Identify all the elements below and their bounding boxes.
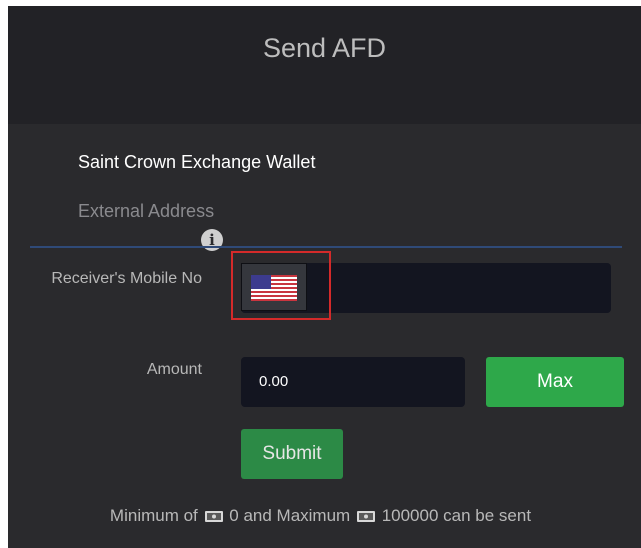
currency-icon (356, 511, 375, 523)
submit-button[interactable]: Submit (241, 429, 343, 479)
limits-middle: and Maximum (243, 506, 351, 525)
limits-max-value: 100000 (381, 506, 439, 525)
modal-title: Send AFD (262, 33, 387, 63)
amount-label: Amount (146, 361, 202, 378)
limits-suffix: can be sent (443, 506, 532, 525)
modal-header: Send AFD (8, 6, 641, 124)
flag-highlight-box (231, 251, 331, 320)
amount-input[interactable]: 0.00 (241, 357, 465, 407)
limits-prefix: Minimum of (109, 506, 198, 525)
currency-icon (204, 511, 223, 523)
limits-text: Minimum of 0 and Maximum 100000 can be s… (0, 506, 641, 526)
max-button[interactable]: Max (486, 357, 624, 407)
tab-saint-crown-wallet[interactable]: Saint Crown Exchange Wallet (78, 152, 315, 173)
tab-underline (30, 246, 622, 248)
tab-external-address[interactable]: External Address (78, 201, 214, 222)
receiver-mobile-label: Receiver's Mobile No (51, 270, 202, 287)
limits-min-value: 0 (229, 506, 239, 525)
